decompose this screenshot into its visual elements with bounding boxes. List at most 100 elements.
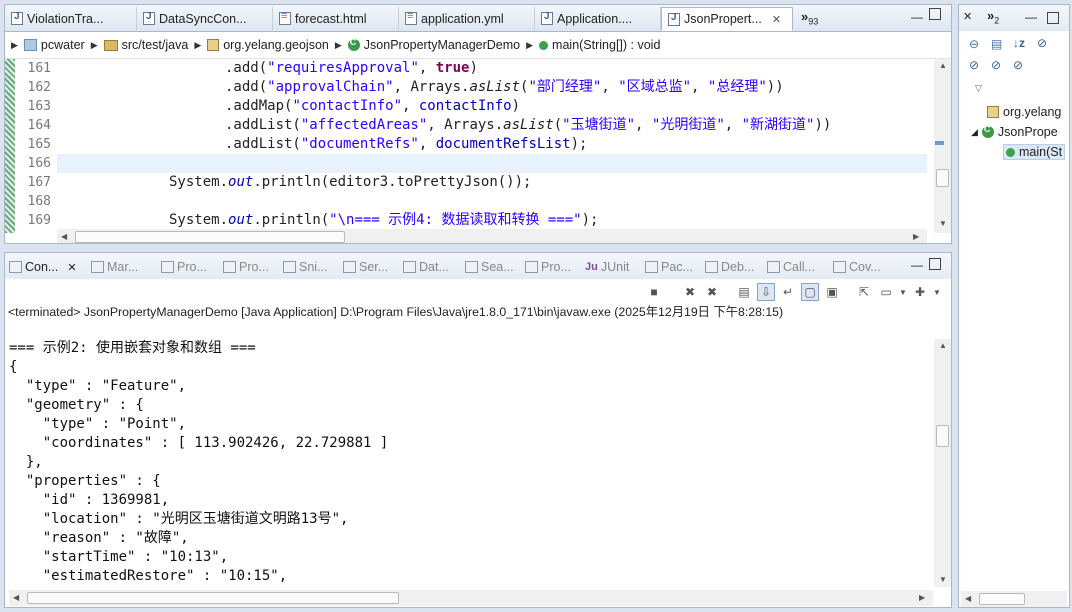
class-icon: [981, 124, 994, 138]
maximize-icon[interactable]: [929, 8, 941, 20]
view-tab-data-source[interactable]: Dat...: [403, 256, 449, 278]
view-menu-icon[interactable]: ▽: [975, 83, 982, 94]
view-tab-problems[interactable]: Pro...: [525, 256, 571, 278]
tab-overflow-button[interactable]: »2: [987, 8, 999, 26]
view-tab-servers[interactable]: Ser...: [343, 256, 388, 278]
view-tab-search[interactable]: Sea...: [465, 256, 514, 278]
scroll-thumb[interactable]: [936, 425, 949, 447]
view-tab-console[interactable]: Con... ✕: [9, 256, 77, 278]
pin-console-icon[interactable]: ⇱: [855, 283, 873, 301]
terminate-icon[interactable]: ■: [645, 283, 663, 301]
scroll-up-icon[interactable]: ▲: [939, 61, 947, 70]
scroll-down-icon[interactable]: ▼: [939, 575, 947, 584]
code-area[interactable]: .add("requiresApproval", true) .add("app…: [57, 59, 927, 233]
console-output[interactable]: === 示例2: 使用嵌套对象和数组 === { "type" : "Featu…: [9, 339, 939, 587]
view-tab-junit[interactable]: Ju JUnit: [585, 256, 629, 278]
output-line: "id" : 1369981,: [9, 492, 170, 508]
hide-static-icon[interactable]: ⊘: [969, 58, 979, 72]
scroll-thumb[interactable]: [27, 592, 399, 604]
editor-tab-5[interactable]: JsonPropert... ✕: [661, 7, 793, 31]
editor-horizontal-scrollbar[interactable]: ◀ ▶: [57, 229, 927, 243]
scroll-thumb[interactable]: [75, 231, 345, 243]
class-icon: [347, 37, 360, 51]
outline-panel: ✕ »2 — ⊖ ▤ ↓z ⊘ ⊘ ⊘ ⊘ ▽ org.yelang ◢ Jso…: [958, 4, 1070, 608]
scroll-up-icon[interactable]: ▲: [939, 341, 947, 350]
editor-tab-3[interactable]: application.yml: [399, 7, 535, 30]
display-console-icon[interactable]: ▭: [877, 283, 895, 301]
scroll-thumb[interactable]: [979, 593, 1025, 605]
close-icon[interactable]: ✕: [67, 261, 76, 274]
editor-tab-0[interactable]: ViolationTra...: [5, 7, 137, 30]
minimize-icon[interactable]: —: [911, 10, 923, 24]
problems-icon: [525, 261, 538, 273]
view-tab-coverage[interactable]: Cov...: [833, 256, 881, 278]
separator: [667, 283, 677, 301]
scroll-down-icon[interactable]: ▼: [939, 219, 947, 228]
line-number: 161: [27, 61, 51, 76]
outline-class[interactable]: ◢ JsonPrope: [971, 124, 1058, 139]
close-icon[interactable]: ✕: [963, 10, 972, 23]
view-tab-properties[interactable]: Pro...: [161, 256, 207, 278]
sort-icon[interactable]: ↓z: [1013, 36, 1025, 50]
word-wrap-icon[interactable]: ↵: [779, 283, 797, 301]
line-number: 168: [27, 194, 51, 209]
data-source-icon: [403, 261, 416, 273]
editor-tab-2[interactable]: forecast.html: [273, 7, 399, 30]
breadcrumb-project[interactable]: pcwater: [23, 38, 85, 52]
outline-horizontal-scrollbar[interactable]: ◀: [961, 591, 1067, 607]
open-console-icon[interactable]: ✚: [911, 283, 929, 301]
remove-launch-icon[interactable]: ✖: [681, 283, 699, 301]
output-line: "properties" : {: [9, 473, 161, 489]
yml-file-icon: [405, 10, 417, 25]
editor-tab-1[interactable]: DataSyncCon...: [137, 7, 273, 30]
tab-overflow-button[interactable]: »93: [801, 9, 818, 27]
view-tab-snippets[interactable]: Sni...: [283, 256, 328, 278]
scroll-left-icon[interactable]: ◀: [965, 594, 971, 603]
output-line: "estimatedRestore" : "10:15",: [9, 568, 288, 584]
expand-icon[interactable]: ▤: [991, 37, 1002, 51]
scroll-lock-icon[interactable]: ⇩: [757, 283, 775, 301]
chevron-right-icon: ▶: [334, 39, 342, 50]
minimize-icon[interactable]: —: [911, 258, 923, 272]
line-number: 164: [27, 118, 51, 133]
scroll-thumb[interactable]: [936, 169, 949, 187]
scroll-right-icon[interactable]: ▶: [919, 593, 925, 602]
scroll-left-icon[interactable]: ◀: [13, 593, 19, 602]
view-tab-debug[interactable]: Deb...: [705, 256, 754, 278]
maximize-icon[interactable]: [1047, 12, 1059, 24]
hide-local-types-icon[interactable]: ⊘: [1013, 58, 1023, 72]
editor-tab-4[interactable]: Application....: [535, 7, 661, 30]
remove-all-icon[interactable]: ✖: [703, 283, 721, 301]
debug-icon: [705, 261, 718, 273]
hide-non-public-icon[interactable]: ⊘: [991, 58, 1001, 72]
clear-console-icon[interactable]: ▤: [735, 283, 753, 301]
call-hierarchy-icon: [767, 261, 780, 273]
breadcrumb-package[interactable]: org.yelang.geojson: [207, 38, 329, 52]
breadcrumb-method[interactable]: main(String[]) : void: [539, 38, 660, 52]
outline-package[interactable]: org.yelang: [987, 105, 1061, 119]
minimize-icon[interactable]: —: [1025, 10, 1037, 24]
scroll-left-icon[interactable]: ◀: [61, 232, 67, 241]
hide-fields-icon[interactable]: ⊘: [1037, 36, 1047, 50]
outline-method-main[interactable]: main(St: [1003, 144, 1066, 160]
console-vertical-scrollbar[interactable]: ▲ ▼: [934, 339, 951, 587]
close-icon[interactable]: ✕: [772, 13, 781, 26]
java-file-icon: [541, 11, 553, 25]
separator: [845, 283, 851, 301]
breadcrumb-source-folder[interactable]: src/test/java: [103, 38, 188, 52]
breadcrumb-class[interactable]: JsonPropertyManagerDemo: [347, 37, 520, 52]
show-console-on-error-icon[interactable]: ▣: [823, 283, 841, 301]
chevron-down-icon[interactable]: ▼: [899, 283, 907, 301]
show-console-on-output-icon[interactable]: ▢: [801, 283, 819, 301]
scroll-right-icon[interactable]: ▶: [913, 232, 919, 241]
chevron-down-icon[interactable]: ▼: [933, 283, 941, 301]
view-tab-package[interactable]: Pac...: [645, 256, 693, 278]
view-tab-progress[interactable]: Pro...: [223, 256, 269, 278]
view-tab-call-hierarchy[interactable]: Call...: [767, 256, 815, 278]
chevron-right-icon: ▶: [526, 39, 534, 50]
view-tab-markers[interactable]: Mar...: [91, 256, 138, 278]
editor-vertical-scrollbar[interactable]: ▲ ▼: [934, 59, 951, 233]
maximize-icon[interactable]: [929, 258, 941, 270]
collapse-all-icon[interactable]: ⊖: [969, 37, 979, 51]
console-horizontal-scrollbar[interactable]: ◀ ▶: [9, 590, 933, 606]
